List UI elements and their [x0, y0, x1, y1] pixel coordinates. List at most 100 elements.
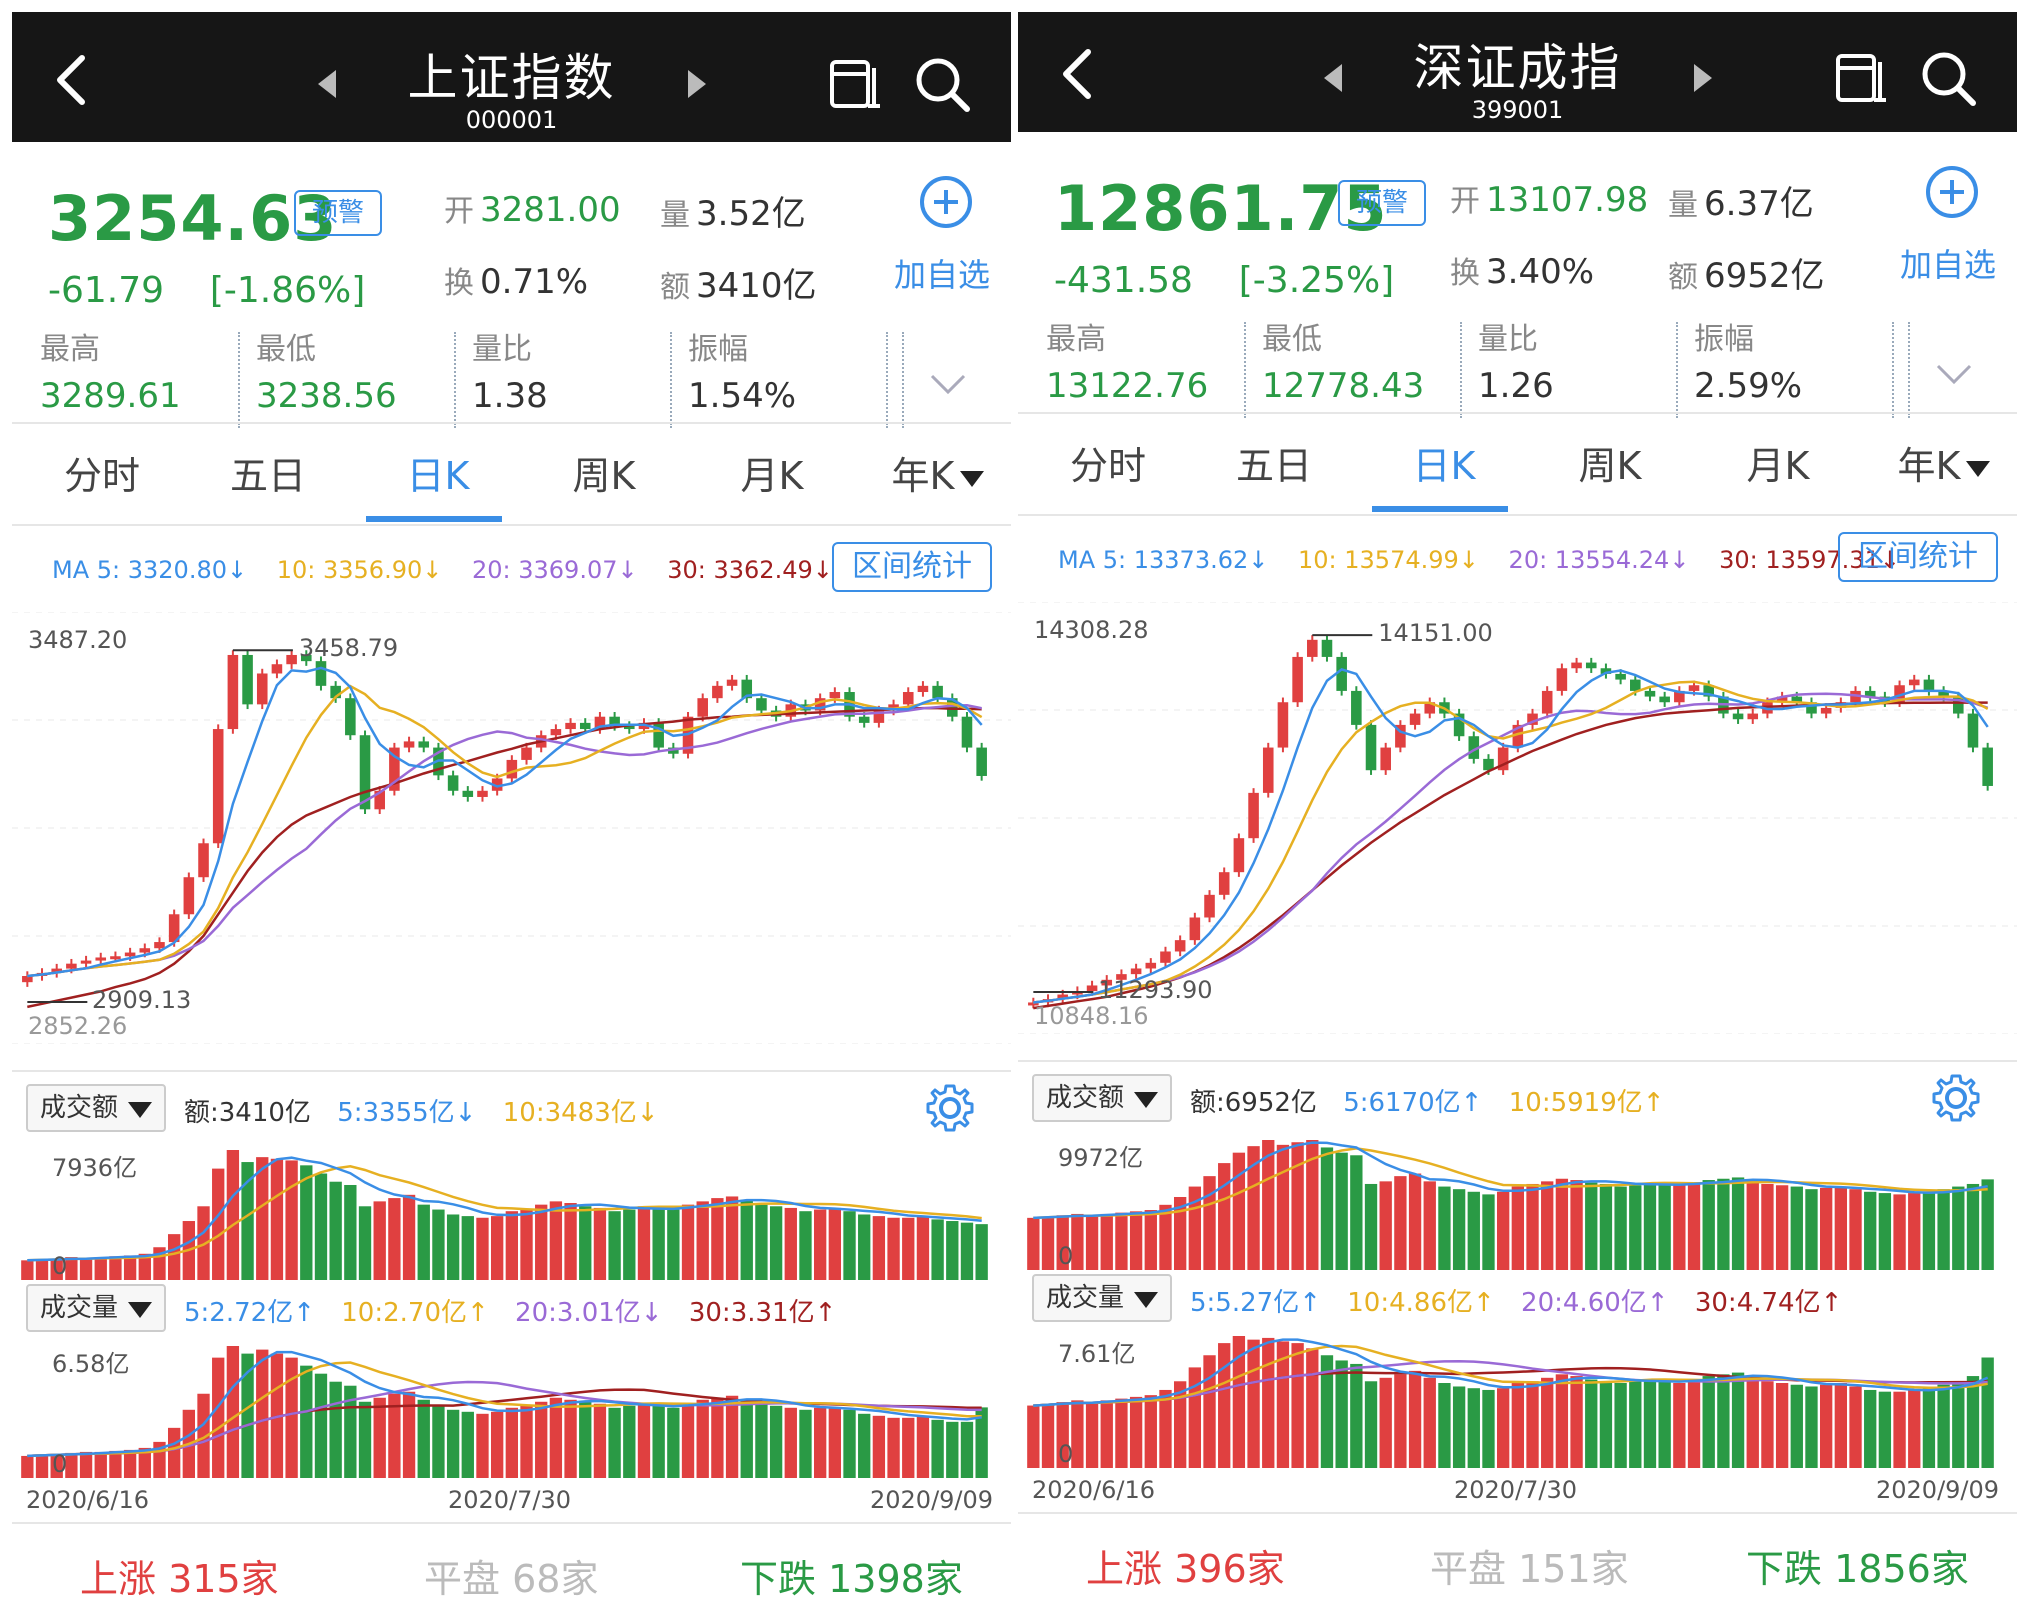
- amount-bar-49: [1746, 1180, 1759, 1270]
- ma30-value: 30: 3362.49↓: [667, 556, 833, 584]
- search-icon[interactable]: [1918, 48, 1978, 108]
- amount-bar-39: [1599, 1183, 1613, 1270]
- add-watchlist-button[interactable]: 加自选: [894, 250, 990, 296]
- amount-legend: 额:6952亿 5:6170亿↑ 10:5919亿↑: [1190, 1082, 1683, 1119]
- add-watchlist-icon[interactable]: [918, 174, 974, 230]
- tab-2[interactable]: 日K: [368, 436, 508, 516]
- range-stats-button[interactable]: 区间统计: [1838, 532, 1998, 582]
- volume-bar-46: [696, 1399, 709, 1478]
- caret-down-icon: [1966, 460, 1991, 477]
- volume-bar-36: [549, 1397, 563, 1478]
- tab-1[interactable]: 五日: [198, 436, 338, 516]
- volume-bar-13: [1218, 1343, 1231, 1468]
- tab-4[interactable]: 月K: [702, 436, 842, 516]
- kline-chart[interactable]: [12, 612, 1011, 1044]
- tab-2[interactable]: 日K: [1374, 426, 1514, 506]
- amount-bar-23: [1364, 1183, 1378, 1270]
- chevron-down-icon[interactable]: [928, 372, 968, 396]
- stat-value: 3238.56: [256, 376, 397, 416]
- gear-icon[interactable]: [924, 1082, 976, 1134]
- tab-0[interactable]: 分时: [1038, 426, 1178, 506]
- volume-bar-36: [1555, 1374, 1569, 1468]
- volume-indicator-dropdown[interactable]: 成交量: [26, 1284, 166, 1332]
- tab-1[interactable]: 五日: [1204, 426, 1344, 506]
- candle-body-7: [124, 952, 136, 957]
- stat-label: 量比: [472, 332, 532, 367]
- amount-bar-12: [1203, 1176, 1216, 1270]
- amount-bar-51: [769, 1206, 783, 1280]
- amount-bar-46: [696, 1201, 709, 1280]
- switch-layout-icon[interactable]: [828, 58, 884, 110]
- candle-body-64: [1967, 713, 1979, 748]
- amount-bar-27: [1423, 1181, 1436, 1270]
- volume-bar-24: [373, 1397, 386, 1478]
- amount-bar-5: [94, 1257, 107, 1280]
- tab-5[interactable]: 年K: [1874, 426, 2014, 506]
- amount-bar-21: [1335, 1152, 1348, 1270]
- amount-axis-max: 9972亿: [1058, 1144, 1144, 1172]
- candle-body-8: [1145, 962, 1157, 969]
- volume-bar-50: [755, 1403, 768, 1478]
- candle-body-7: [1130, 968, 1142, 975]
- search-icon[interactable]: [912, 54, 972, 114]
- chevron-down-icon[interactable]: [1934, 362, 1974, 386]
- next-index-icon[interactable]: [688, 70, 706, 98]
- volume-indicator-dropdown[interactable]: 成交量: [1032, 1274, 1172, 1322]
- gear-icon[interactable]: [1930, 1072, 1982, 1124]
- tab-5[interactable]: 年K: [868, 436, 1008, 516]
- decliners[interactable]: 下跌 1398家: [740, 1548, 963, 1603]
- advancers[interactable]: 上涨 315家: [80, 1548, 279, 1603]
- volume-bar-32: [490, 1411, 504, 1478]
- amount-bar-17: [270, 1158, 284, 1280]
- advancers[interactable]: 上涨 396家: [1086, 1538, 1285, 1593]
- unchanged[interactable]: 平盘 151家: [1430, 1538, 1629, 1593]
- amount-bar-41: [623, 1209, 636, 1280]
- tab-3[interactable]: 周K: [534, 436, 674, 516]
- amount-bar-54: [1819, 1187, 1833, 1270]
- amount-bar-38: [579, 1206, 592, 1280]
- caret-down-icon: [1134, 1092, 1158, 1108]
- alert-button[interactable]: 预警: [294, 190, 382, 236]
- stat-value: 1.26: [1478, 366, 1554, 406]
- volume-bar-0: [21, 1455, 34, 1478]
- next-index-icon[interactable]: [1694, 64, 1712, 92]
- amount-bar-29: [1452, 1189, 1466, 1270]
- divider: [1018, 1060, 2017, 1062]
- volume-bar-65: [1981, 1357, 1994, 1468]
- active-tab-underline: [1372, 506, 1508, 512]
- dotted-separator: [670, 332, 672, 428]
- alert-button[interactable]: 预警: [1338, 180, 1426, 226]
- volume-bar-34: [1526, 1381, 1539, 1468]
- market-breadth: 上涨 315家 平盘 68家 下跌 1398家: [12, 1542, 1011, 1612]
- amount-indicator-dropdown[interactable]: 成交额: [26, 1084, 166, 1132]
- amount-bar-65: [975, 1224, 988, 1280]
- candle-body-26: [1409, 713, 1421, 725]
- volume-bar-43: [652, 1405, 665, 1478]
- tab-0[interactable]: 分时: [32, 436, 172, 516]
- volume-bar-43: [1658, 1381, 1671, 1468]
- ma5-line: [1033, 668, 1989, 1004]
- kline-chart[interactable]: [1018, 602, 2017, 1034]
- tab-4[interactable]: 月K: [1708, 426, 1848, 506]
- decliners[interactable]: 下跌 1856家: [1746, 1538, 1969, 1593]
- candle-body-64: [961, 716, 973, 748]
- candle-body-13: [1218, 872, 1230, 895]
- candle-body-62: [932, 685, 943, 699]
- volume-bar-1: [1041, 1403, 1055, 1468]
- volume-bar-62: [931, 1419, 944, 1478]
- amount-bar-30: [461, 1216, 474, 1280]
- volume-bar-60: [1908, 1389, 1921, 1468]
- add-watchlist-icon[interactable]: [1924, 164, 1980, 220]
- unchanged[interactable]: 平盘 68家: [424, 1548, 598, 1603]
- range-stats-button[interactable]: 区间统计: [832, 542, 992, 592]
- amount-indicator-dropdown[interactable]: 成交额: [1032, 1074, 1172, 1122]
- add-watchlist-button[interactable]: 加自选: [1900, 240, 1996, 286]
- amount-bar-5: [1100, 1213, 1113, 1270]
- volume-bar-33: [505, 1407, 519, 1478]
- tab-3[interactable]: 周K: [1540, 426, 1680, 506]
- stat-label: 最低: [256, 332, 316, 367]
- switch-layout-icon[interactable]: [1834, 52, 1890, 104]
- volume-bar-58: [1878, 1391, 1892, 1468]
- amount-bar-58: [1878, 1193, 1892, 1270]
- amount-bar-64: [1966, 1183, 1980, 1270]
